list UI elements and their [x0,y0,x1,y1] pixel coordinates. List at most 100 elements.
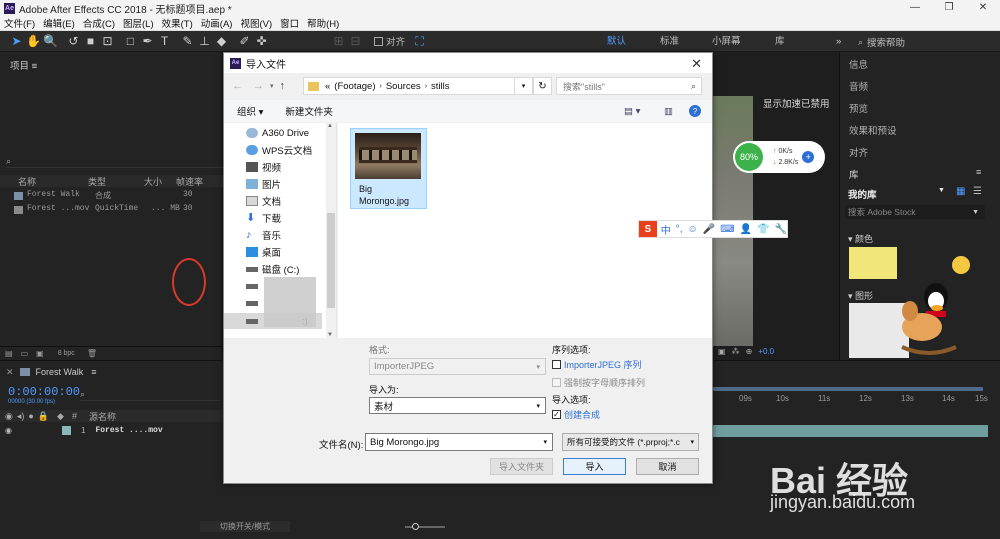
refresh-icon[interactable]: ↻ [533,77,552,95]
visibility-eye-icon[interactable]: ◉ [5,426,12,435]
type-tool-icon[interactable]: T [156,33,173,50]
recent-dropdown-icon[interactable]: ▾ [270,82,274,90]
clone-stamp-tool-icon[interactable]: ⊥ [196,33,213,50]
help-search[interactable]: ⌕ 搜索帮助 [858,35,998,50]
sidebar-item-wps[interactable]: WPS云文档 [246,142,312,158]
snapshot-icon[interactable]: ▣ [718,347,726,356]
breadcrumb-stills[interactable]: stills [431,81,449,92]
align-checkbox[interactable] [374,36,383,46]
audio-switch-icon[interactable]: ◂) [17,411,25,422]
breadcrumb-sources[interactable]: Sources [386,81,421,92]
panel-menu-icon[interactable]: ≡ [976,167,981,177]
up-arrow-icon[interactable]: ↑ [280,80,286,92]
organize-button[interactable]: 组织 ▾ [237,104,263,118]
panel-libraries[interactable]: 库 [849,167,859,181]
graphics-section-header[interactable]: ▾ 图形 [848,289,873,302]
menu-edit[interactable]: 编辑(E) [39,16,79,30]
forward-arrow-icon[interactable]: → [253,80,264,92]
column-type[interactable]: 类型 [88,175,144,187]
view-options-icon[interactable]: ▤ ▾ [624,106,640,117]
scroll-up-icon[interactable]: ▲ [327,123,333,129]
bit-depth-label[interactable]: 8 bpc [58,350,75,357]
align-toggle[interactable]: 对齐 [374,34,405,48]
address-bar[interactable]: « (Footage) › Sources › stills [303,77,549,95]
breadcrumb-footage[interactable]: (Footage) [334,81,375,92]
import-as-dropdown[interactable]: 素材 ▾ [369,397,546,414]
panel-preview[interactable]: 预览 [849,101,868,115]
rectangle-tool-icon[interactable]: □ [122,33,139,50]
column-fps[interactable]: 帧速率 [176,175,203,187]
video-switch-icon[interactable]: ◉ [5,411,13,422]
color-swatch[interactable] [849,247,897,279]
sidebar-item-drive[interactable] [246,295,262,311]
folder-search-input[interactable]: 搜索"stills" ⌕ [556,77,702,95]
help-search-input[interactable]: 搜索帮助 [867,35,905,49]
source-name-header[interactable]: 源名称 [89,410,116,423]
sidebar-item-documents[interactable]: 文档 [246,193,281,209]
panel-menu-icon[interactable]: ≡ [32,61,38,72]
zoom-slider[interactable] [405,526,445,528]
work-area-bar[interactable] [713,387,983,391]
selection-tool-icon[interactable]: ➤ [8,33,25,50]
user-icon[interactable]: 👤 [740,224,752,235]
snap-mode-icon[interactable]: ⊟ [347,33,364,50]
layer-label-color[interactable] [61,426,71,435]
panel-menu-icon[interactable]: ≡ [91,367,96,377]
camera-tool-icon[interactable]: ■ [82,33,99,50]
ime-mode-label[interactable]: 中 [661,222,671,237]
zoom-tool-icon[interactable]: 🔍 [42,33,59,50]
sequence-checkbox[interactable] [552,360,561,369]
nav-scrollbar-thumb[interactable] [327,213,335,308]
label-icon[interactable]: ◆ [57,411,64,422]
project-row[interactable]: Forest ...mov QuickTime ... MB 30 [0,204,223,217]
project-row[interactable]: Forest Walk 合成 30 [0,190,223,203]
hand-tool-icon[interactable]: ✋ [25,33,42,50]
number-icon[interactable]: # [72,411,77,421]
timeline-tab[interactable]: ✕ Forest Walk ≡ [0,365,96,379]
sidebar-item-music[interactable]: ♪ 音乐 [246,227,281,243]
sidebar-item-downloads[interactable]: ⬇ 下载 [246,210,281,226]
timeline-search[interactable]: ⌕ [80,389,220,401]
punctuation-icon[interactable]: °, [676,224,683,235]
import-folder-button[interactable]: 导入文件夹 [490,458,553,475]
panel-audio[interactable]: 音频 [849,79,868,93]
ime-toolbar[interactable]: S 中 °, ☺ 🎤 ⌨ 👤 👕 🔧 [638,220,788,238]
new-folder-icon[interactable]: ▭ [21,349,29,358]
settings-wrench-icon[interactable]: 🔧 [775,224,787,235]
layer-duration-bar[interactable] [713,425,988,437]
snap-icon[interactable]: ⊞ [330,33,347,50]
roto-brush-tool-icon[interactable]: ✐ [236,33,253,50]
exposure-offset-value[interactable]: +0.0 [758,347,774,356]
checkmark-icon[interactable]: ✓ [552,410,561,419]
sidebar-item-videos[interactable]: 视频 [246,159,281,175]
new-comp-icon[interactable]: ▣ [36,349,44,358]
rotate-tool-icon[interactable]: ↺ [65,33,82,50]
puppet-tool-icon[interactable]: ✜ [253,33,270,50]
panel-align[interactable]: 对齐 [849,145,868,159]
library-dropdown[interactable]: 我的库 ▼ [848,187,948,201]
zoom-slider-handle[interactable] [412,523,419,530]
solo-icon[interactable]: ● [28,411,33,421]
maximize-button[interactable]: ❐ [932,0,966,16]
workspace-small-screen[interactable]: 小屏幕 [712,31,741,52]
filename-input[interactable]: Big Morongo.jpg ▾ [365,433,553,451]
panel-info[interactable]: 信息 [849,57,868,71]
menu-window[interactable]: 窗口 [276,16,303,30]
workspace-default[interactable]: 默认 [607,31,626,52]
snap-target-icon[interactable]: ⛶ [411,33,428,50]
panel-effects-presets[interactable]: 效果和预设 [849,123,897,137]
trash-icon[interactable]: 🗑 [87,349,97,358]
column-size[interactable]: 大小 [144,175,176,187]
pen-tool-icon[interactable]: ✒ [139,33,156,50]
interpret-footage-icon[interactable]: ▤ [5,349,13,358]
list-view-icon[interactable]: ☰ [973,186,982,197]
lock-icon[interactable]: 🔒 [38,411,49,422]
cancel-button[interactable]: 取消 [636,458,699,475]
menu-layer[interactable]: 图层(L) [119,16,158,30]
pan-behind-tool-icon[interactable]: ⊡ [99,33,116,50]
menu-effect[interactable]: 效果(T) [158,16,197,30]
skin-icon[interactable]: 👕 [757,224,769,235]
sidebar-item-a360[interactable]: A360 Drive [246,125,309,141]
sidebar-item-drive-c[interactable]: 磁盘 (C:) [246,261,299,277]
close-window-button[interactable]: ✕ [966,0,1000,16]
